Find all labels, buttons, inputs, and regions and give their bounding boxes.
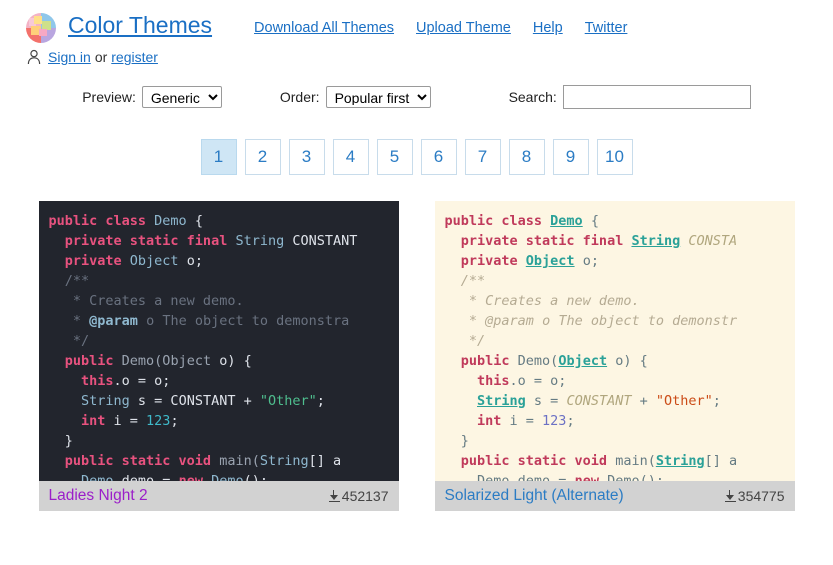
nav-link-twitter[interactable]: Twitter bbox=[585, 20, 628, 36]
pagination: 1 2 3 4 5 6 7 8 9 10 bbox=[0, 139, 833, 175]
download-icon bbox=[724, 489, 736, 503]
sign-in-link[interactable]: Sign in bbox=[48, 49, 91, 65]
brand-row: Color Themes Download All Themes Upload T… bbox=[26, 10, 833, 46]
search-label: Search: bbox=[508, 89, 557, 105]
page-button-4[interactable]: 4 bbox=[332, 139, 369, 175]
search-control: Search: bbox=[509, 85, 751, 109]
site-header: Color Themes Download All Themes Upload T… bbox=[0, 0, 833, 65]
theme-card-footer: Solarized Light (Alternate) 354775 bbox=[434, 481, 795, 511]
page-button-2[interactable]: 2 bbox=[244, 139, 281, 175]
theme-grid: public class Demo { private static final… bbox=[0, 201, 833, 511]
register-link[interactable]: register bbox=[111, 49, 158, 65]
preview-control: Preview: Generic bbox=[82, 86, 222, 108]
page-button-8[interactable]: 8 bbox=[508, 139, 545, 175]
account-row: Sign in or register bbox=[26, 49, 833, 65]
nav-link-help[interactable]: Help bbox=[533, 20, 563, 36]
theme-name-link[interactable]: Ladies Night 2 bbox=[49, 487, 148, 505]
page-root: Color Themes Download All Themes Upload T… bbox=[0, 0, 833, 565]
theme-card-footer: Ladies Night 2 452137 bbox=[38, 481, 399, 511]
theme-card[interactable]: public class Demo { private static final… bbox=[434, 201, 795, 511]
page-button-6[interactable]: 6 bbox=[420, 139, 457, 175]
preview-select[interactable]: Generic bbox=[141, 86, 222, 108]
search-input[interactable] bbox=[562, 85, 751, 109]
page-button-7[interactable]: 7 bbox=[464, 139, 501, 175]
page-button-3[interactable]: 3 bbox=[288, 139, 325, 175]
download-count: 452137 bbox=[328, 488, 389, 504]
color-wheel-icon bbox=[26, 13, 56, 43]
account-separator: or bbox=[94, 49, 108, 65]
page-button-10[interactable]: 10 bbox=[596, 139, 633, 175]
nav-link-download-all-themes[interactable]: Download All Themes bbox=[254, 20, 394, 36]
page-title[interactable]: Color Themes bbox=[68, 10, 212, 40]
download-count-value: 452137 bbox=[341, 488, 389, 504]
preview-label: Preview: bbox=[82, 89, 136, 105]
nav-link-upload-theme[interactable]: Upload Theme bbox=[416, 20, 511, 36]
order-label: Order: bbox=[279, 89, 320, 105]
controls-bar: Preview: Generic Order: Popular first Se… bbox=[0, 85, 833, 109]
download-icon bbox=[328, 489, 340, 503]
user-icon bbox=[27, 49, 41, 65]
theme-preview-code: public class Demo { private static final… bbox=[434, 201, 795, 481]
page-button-9[interactable]: 9 bbox=[552, 139, 589, 175]
order-control: Order: Popular first bbox=[280, 86, 431, 108]
theme-card[interactable]: public class Demo { private static final… bbox=[38, 201, 399, 511]
theme-name-link[interactable]: Solarized Light (Alternate) bbox=[445, 487, 624, 505]
theme-preview-code: public class Demo { private static final… bbox=[38, 201, 399, 481]
page-button-5[interactable]: 5 bbox=[376, 139, 413, 175]
main-nav: Download All Themes Upload Theme Help Twitt… bbox=[254, 10, 627, 46]
download-count-value: 354775 bbox=[737, 488, 785, 504]
download-count: 354775 bbox=[724, 488, 785, 504]
page-button-1[interactable]: 1 bbox=[200, 139, 237, 175]
order-select[interactable]: Popular first bbox=[325, 86, 431, 108]
